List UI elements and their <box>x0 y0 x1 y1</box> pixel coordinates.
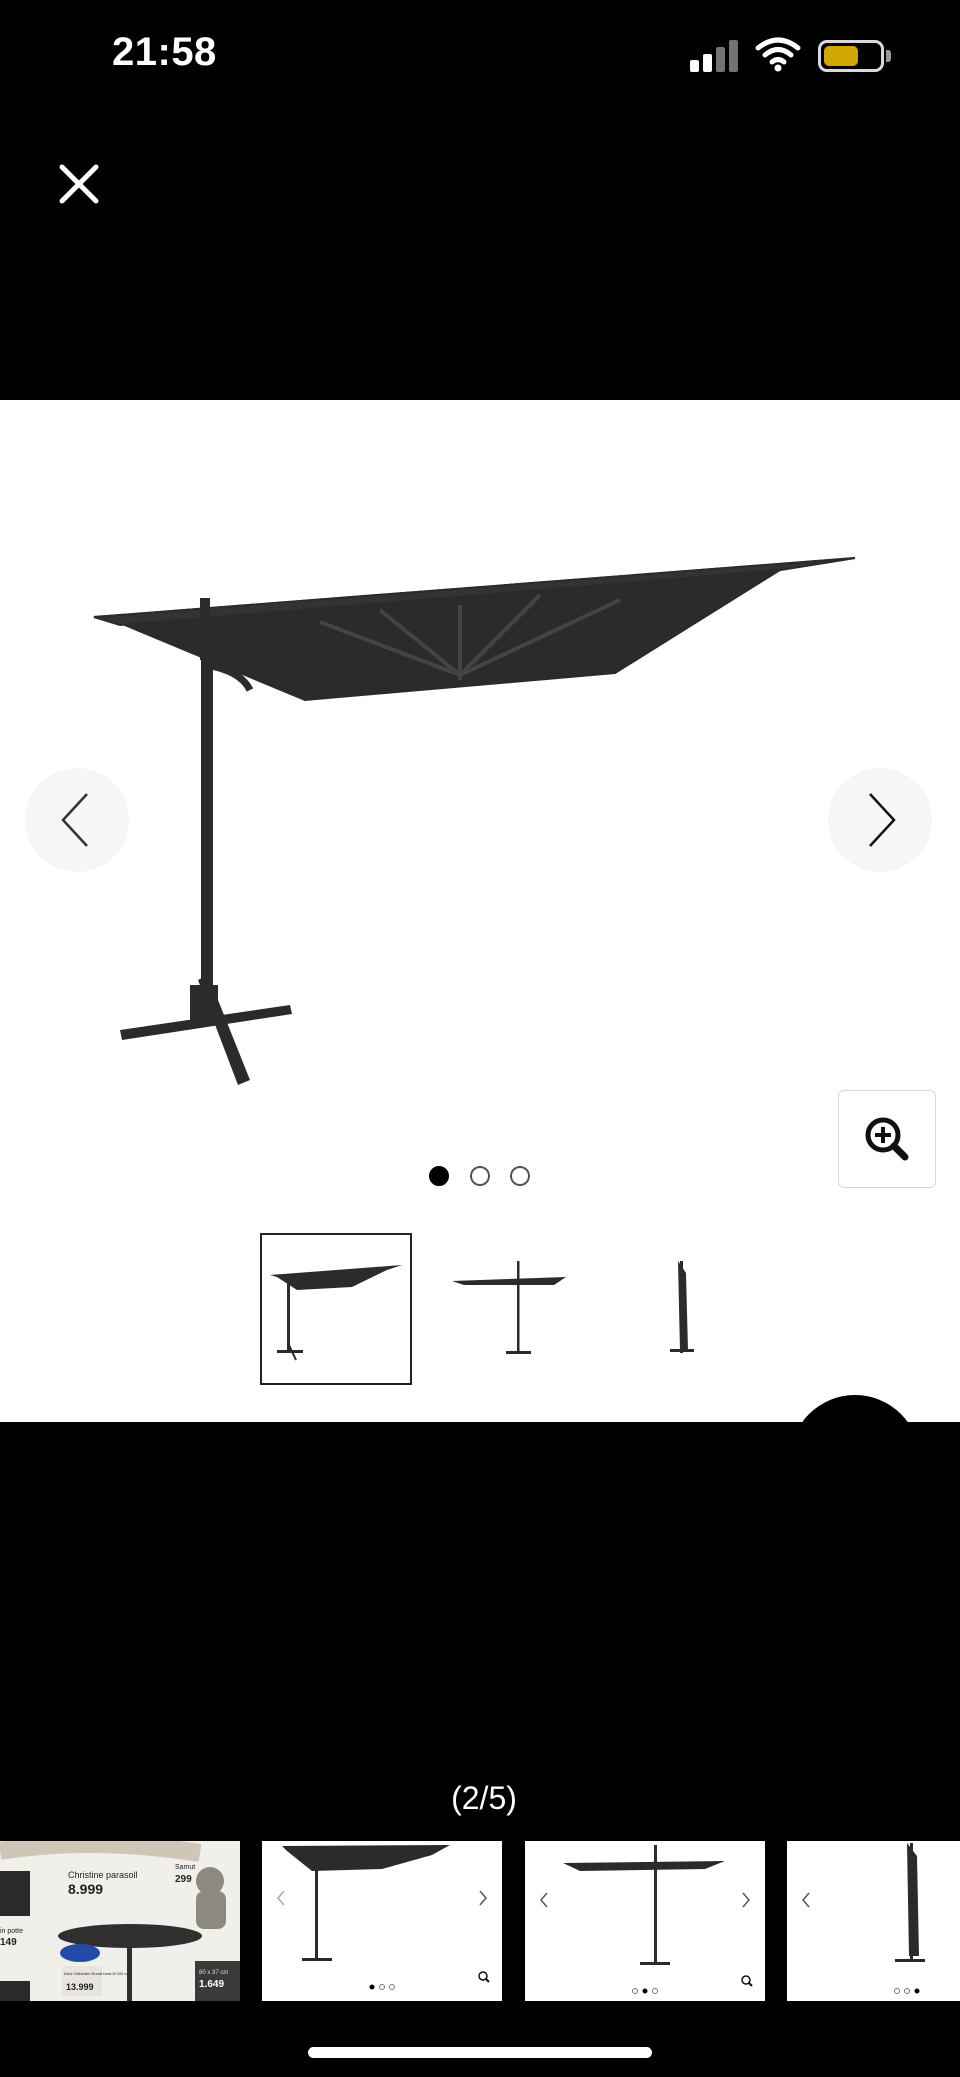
filmstrip-item-2[interactable] <box>262 1841 502 2001</box>
parasol-front-view <box>452 1261 566 1354</box>
catalog-buddha-label: Samut <box>175 1864 195 1871</box>
previous-image-button[interactable] <box>25 768 129 872</box>
image-4-preview <box>802 1843 925 1994</box>
chevron-left-icon <box>61 793 88 847</box>
battery-cap <box>886 50 891 62</box>
next-image-button[interactable] <box>828 768 932 872</box>
filmstrip-item-1[interactable]: Christine parasoll 8.999 Samut 299 in po… <box>0 1841 240 2001</box>
chevron-right-icon <box>869 793 896 847</box>
pagination-dot-1[interactable] <box>429 1166 449 1186</box>
catalog-left-label: in potte <box>0 1928 23 1935</box>
parasol-side-view <box>270 1265 402 1361</box>
status-time: 21:58 <box>112 30 217 74</box>
thumbnail-1[interactable] <box>260 1233 412 1385</box>
filmstrip-item-3[interactable] <box>525 1841 765 2001</box>
catalog-product-label: Christine parasoll <box>68 1870 138 1880</box>
catalog-table-label: Kleiv Ortheden Rundt bord Ø 100 cm <box>64 1971 130 1976</box>
catalog-page-preview: Christine parasoll 8.999 Samut 299 in po… <box>0 1841 240 2001</box>
thumbnail-2[interactable] <box>434 1233 586 1385</box>
image-counter: (2/5) <box>451 1780 517 1816</box>
filmstrip-item-4[interactable] <box>787 1841 960 2001</box>
zoom-button[interactable] <box>838 1090 936 1188</box>
close-icon <box>59 164 99 204</box>
home-indicator[interactable] <box>308 2047 652 2058</box>
cellular-signal-icon <box>690 40 740 72</box>
catalog-buddha-price: 299 <box>175 1874 192 1885</box>
floating-action-button[interactable] <box>790 1395 920 1525</box>
close-button[interactable] <box>50 155 110 215</box>
wifi-icon <box>755 37 801 72</box>
parasol-folded-view <box>670 1261 694 1353</box>
catalog-planter-price: 1.649 <box>199 1979 224 1990</box>
thumbnail-3[interactable] <box>588 1233 740 1385</box>
pagination-dot-3[interactable] <box>510 1166 530 1186</box>
zoom-in-icon <box>865 1117 909 1161</box>
catalog-table-price: 13.999 <box>66 1982 94 1992</box>
pagination-dot-2[interactable] <box>470 1166 490 1186</box>
battery-icon <box>818 40 884 72</box>
image-2-preview <box>277 1845 490 1990</box>
catalog-planter-label: 60 x 37 cm <box>199 1970 228 1976</box>
catalog-product-price: 8.999 <box>68 1881 103 1897</box>
parasol-main-image[interactable] <box>80 540 880 1100</box>
catalog-left-price: 149 <box>0 1937 17 1948</box>
image-3-preview <box>540 1845 753 1994</box>
